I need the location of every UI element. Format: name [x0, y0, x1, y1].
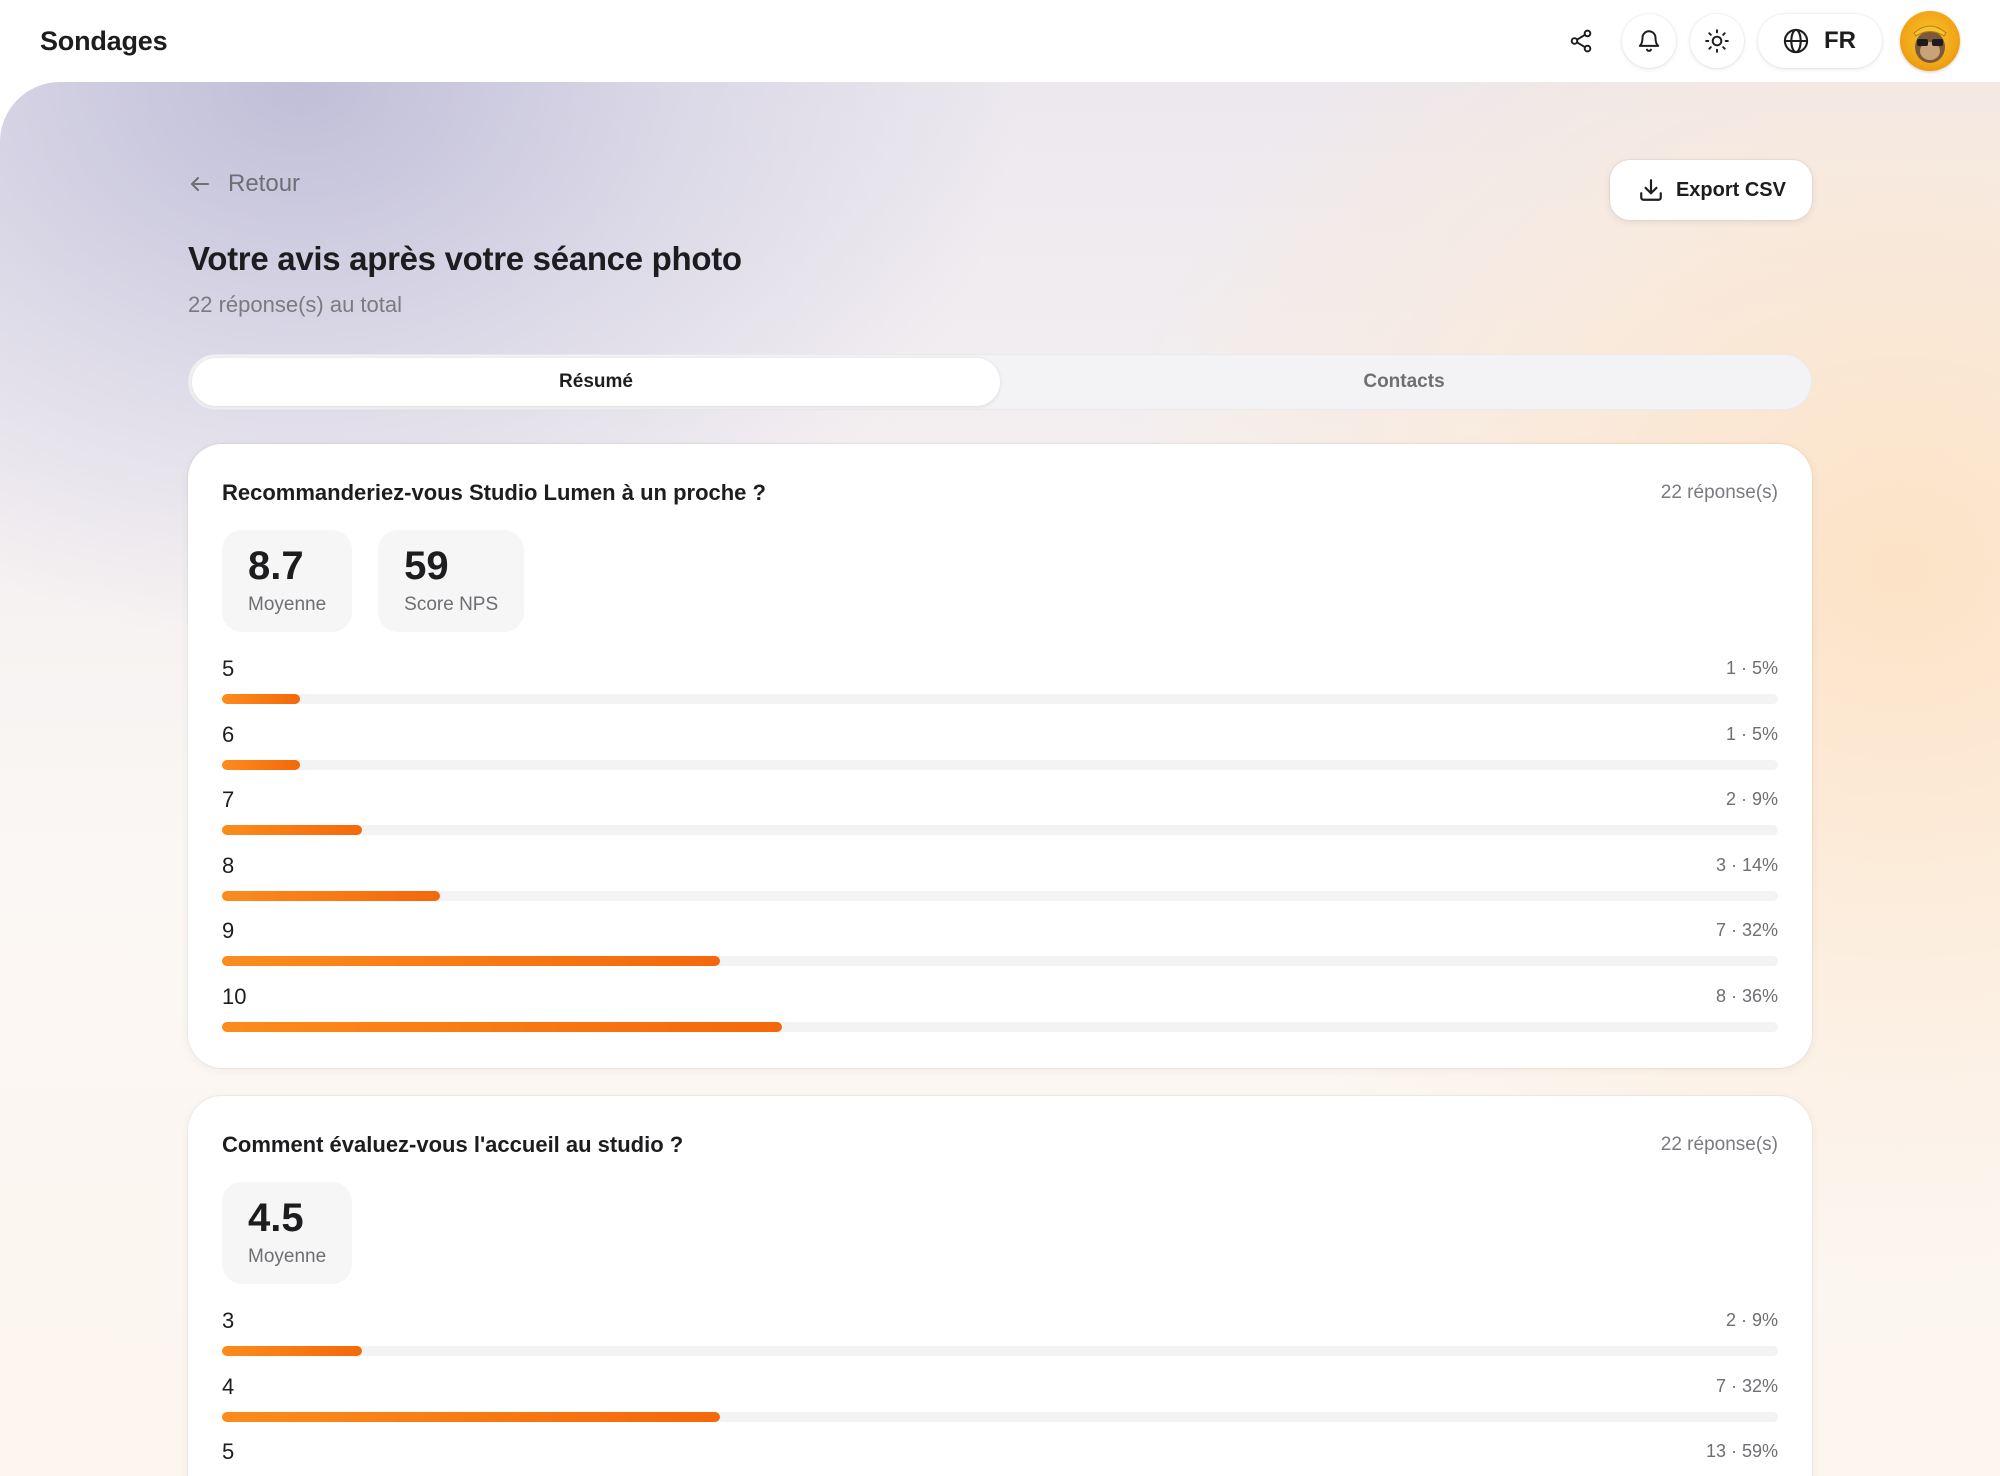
distribution-bar: [222, 694, 300, 704]
distribution-bar: [222, 1021, 783, 1032]
distribution-track: [222, 956, 1778, 967]
tab-bar: Résumé Contacts: [188, 354, 1812, 410]
distribution-track: [222, 890, 1778, 901]
distribution-row: 9 7 · 32%: [222, 918, 1778, 984]
distribution-label: 6: [222, 721, 235, 747]
distribution-meta: 2 · 9%: [1725, 789, 1778, 810]
question-card: Recommanderiez-vous Studio Lumen à un pr…: [188, 444, 1812, 1068]
stat-value: 4.5: [248, 1196, 304, 1240]
distribution-label: 5: [222, 1439, 235, 1465]
back-link[interactable]: Retour: [188, 170, 300, 198]
distribution-list: 3 2 · 9% 4 7 · 32% 5 13 · 59%: [222, 1308, 1778, 1476]
distribution-row: 10 8 · 36%: [222, 984, 1778, 1050]
stat-label: Moyenne: [248, 1246, 327, 1267]
language-selector[interactable]: FR: [1758, 14, 1882, 68]
distribution-bar: [222, 890, 440, 901]
share-icon: [1570, 29, 1592, 53]
distribution-bar: [222, 1411, 720, 1422]
app-title: Sondages: [40, 25, 168, 56]
distribution-bar: [222, 1346, 363, 1356]
distribution-meta: 2 · 9%: [1725, 1310, 1778, 1330]
distribution-meta: 7 · 32%: [1715, 920, 1778, 941]
distribution-meta: 8 · 36%: [1715, 985, 1778, 1006]
stat-nps: 59 Score NPS: [378, 530, 525, 632]
distribution-meta: 13 · 59%: [1705, 1441, 1778, 1462]
distribution-label: 7: [222, 787, 235, 813]
distribution-label: 10: [222, 983, 247, 1009]
distribution-label: 5: [222, 656, 235, 681]
language-label: FR: [1824, 27, 1856, 54]
distribution-meta: 1 · 5%: [1725, 723, 1778, 744]
stat-value: 59: [404, 544, 449, 588]
distribution-label: 9: [222, 918, 235, 944]
stat-value: 8.7: [248, 544, 304, 588]
response-count: 22 réponse(s): [1660, 482, 1778, 503]
notifications-button[interactable]: [1622, 14, 1676, 68]
stat-average: 4.5 Moyenne: [222, 1182, 353, 1284]
back-label: Retour: [228, 170, 301, 197]
tab-resume[interactable]: Résumé: [192, 358, 1000, 406]
page-subtitle: 22 réponse(s) au total: [188, 292, 403, 317]
distribution-row: 3 2 · 9%: [222, 1308, 1778, 1374]
top-bar: Sondages FR: [0, 0, 2000, 82]
distribution-track: [222, 759, 1778, 770]
distribution-row: 7 2 · 9%: [222, 787, 1778, 853]
distribution-row: 5 13 · 59%: [222, 1439, 1778, 1476]
page-title: Votre avis après votre séance photo: [188, 240, 742, 277]
distribution-track: [222, 825, 1778, 836]
distribution-list: 5 1 · 5% 6 1 · 5% 7 2 · 9% 8 3 · 14% 9 7…: [222, 656, 1778, 1050]
distribution-label: 8: [222, 852, 235, 878]
top-actions: FR: [1554, 11, 1960, 71]
distribution-bar: [222, 956, 720, 967]
share-button[interactable]: [1554, 14, 1608, 68]
download-icon: [1640, 179, 1662, 201]
theme-toggle-button[interactable]: [1690, 14, 1744, 68]
export-label: Export CSV: [1675, 178, 1786, 201]
stat-average: 8.7 Moyenne: [222, 530, 353, 632]
distribution-meta: 1 · 5%: [1725, 658, 1778, 678]
distribution-row: 8 3 · 14%: [222, 853, 1778, 919]
stat-label: Score NPS: [404, 594, 499, 615]
question-title: Recommanderiez-vous Studio Lumen à un pr…: [222, 480, 766, 505]
question-title: Comment évaluez-vous l'accueil au studio…: [222, 1132, 684, 1157]
tab-contacts[interactable]: Contacts: [1000, 358, 1808, 406]
distribution-track: [222, 1021, 1778, 1032]
distribution-track: [222, 694, 1778, 704]
response-count: 22 réponse(s): [1660, 1134, 1778, 1155]
distribution-bar: [222, 825, 363, 836]
user-avatar[interactable]: [1900, 11, 1960, 71]
distribution-row: 6 1 · 5%: [222, 722, 1778, 788]
distribution-bar: [222, 759, 300, 770]
avatar-image: [1913, 25, 1947, 63]
distribution-row: 5 1 · 5%: [222, 656, 1778, 722]
globe-icon: [1783, 28, 1809, 54]
distribution-label: 3: [222, 1308, 235, 1333]
distribution-row: 4 7 · 32%: [222, 1374, 1778, 1440]
distribution-meta: 7 · 32%: [1715, 1375, 1778, 1396]
distribution-label: 4: [222, 1373, 235, 1399]
content-panel: Retour Export CSV Votre avis après votre…: [0, 82, 2000, 1476]
distribution-track: [222, 1346, 1778, 1356]
sun-icon: [1705, 29, 1729, 53]
stat-label: Moyenne: [248, 594, 327, 615]
bell-icon: [1638, 30, 1660, 52]
export-csv-button[interactable]: Export CSV: [1609, 160, 1812, 220]
stats-row: 4.5 Moyenne: [222, 1182, 353, 1284]
distribution-track: [222, 1411, 1778, 1422]
question-card: Comment évaluez-vous l'accueil au studio…: [188, 1096, 1812, 1476]
stats-row: 8.7 Moyenne 59 Score NPS: [222, 530, 525, 632]
distribution-meta: 3 · 14%: [1715, 854, 1778, 875]
arrow-left-icon: [191, 177, 209, 191]
